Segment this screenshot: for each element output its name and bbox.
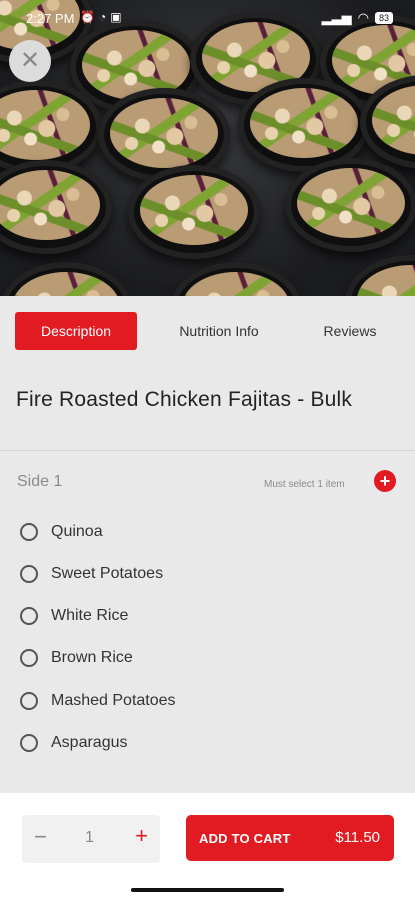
food-bowl-image (285, 158, 415, 252)
option-label: Mashed Potatoes (51, 692, 176, 709)
status-bar: 2:27 PM ⏰◔▣ ▂▃▅ ◠ 83 (0, 0, 415, 36)
food-bowl-image (128, 165, 260, 259)
side-option-asparagus[interactable]: Asparagus (20, 731, 128, 755)
option-label: Quinoa (51, 523, 103, 540)
battery-icon: 83 (374, 12, 393, 24)
expand-side-button[interactable]: + (374, 470, 396, 492)
side-group-label: Side 1 (17, 473, 63, 490)
radio-icon (20, 523, 38, 541)
quantity-value: 1 (85, 829, 94, 846)
side-option-sweet-potatoes[interactable]: Sweet Potatoes (20, 562, 163, 586)
status-time: 2:27 PM (26, 11, 75, 26)
add-to-cart-label: ADD TO CART (199, 831, 291, 846)
option-label: Sweet Potatoes (51, 565, 164, 582)
cart-price: $11.50 (335, 829, 380, 846)
option-label: White Rice (51, 607, 129, 624)
add-to-cart-button[interactable]: ADD TO CART $11.50 (186, 815, 394, 861)
food-bowl-image (0, 160, 112, 254)
close-button[interactable]: ✕ (9, 40, 51, 82)
status-right: ▂▃▅ ◠ 83 (322, 10, 393, 26)
radio-icon (20, 692, 38, 710)
tab-nutrition-info[interactable]: Nutrition Info (160, 312, 278, 350)
side-option-white-rice[interactable]: White Rice (20, 604, 128, 628)
side-option-mashed-potatoes[interactable]: Mashed Potatoes (20, 689, 176, 713)
radio-icon (20, 607, 38, 625)
option-label: Asparagus (51, 734, 128, 751)
side-option-brown-rice[interactable]: Brown Rice (20, 646, 133, 670)
option-label: Brown Rice (51, 649, 133, 666)
home-indicator[interactable] (131, 888, 284, 892)
selection-requirement: Must select 1 item (264, 479, 345, 490)
product-title: Fire Roasted Chicken Fajitas - Bulk (16, 388, 353, 411)
radio-icon (20, 565, 38, 583)
food-bowl-image (170, 262, 302, 296)
radio-icon (20, 734, 38, 752)
wifi-icon: ◠ (357, 10, 369, 25)
quantity-stepper: − 1 + (22, 815, 160, 863)
close-icon: ✕ (19, 47, 41, 74)
tab-description[interactable]: Description (15, 312, 137, 350)
side-option-quinoa[interactable]: Quinoa (20, 520, 103, 544)
product-photo (0, 0, 415, 296)
tab-reviews[interactable]: Reviews (305, 312, 395, 350)
signal-icon: ▂▃▅ (321, 10, 352, 25)
divider (0, 450, 415, 451)
radio-icon (20, 649, 38, 667)
tab-bar: Description Nutrition Info Reviews (0, 296, 415, 366)
notification-icons: ⏰◔▣ (80, 10, 126, 24)
product-detail-screen: 2:27 PM ⏰◔▣ ▂▃▅ ◠ 83 ✕ Description Nutri… (0, 0, 415, 900)
food-bowl-image (345, 255, 415, 296)
cart-bar: − 1 + ADD TO CART $11.50 (0, 793, 415, 885)
food-bowl-image (0, 262, 132, 296)
plus-circle-icon: + (379, 471, 391, 491)
system-nav-bar (0, 885, 415, 900)
increase-quantity-button[interactable]: + (135, 823, 148, 849)
decrease-quantity-button[interactable]: − (34, 824, 47, 850)
